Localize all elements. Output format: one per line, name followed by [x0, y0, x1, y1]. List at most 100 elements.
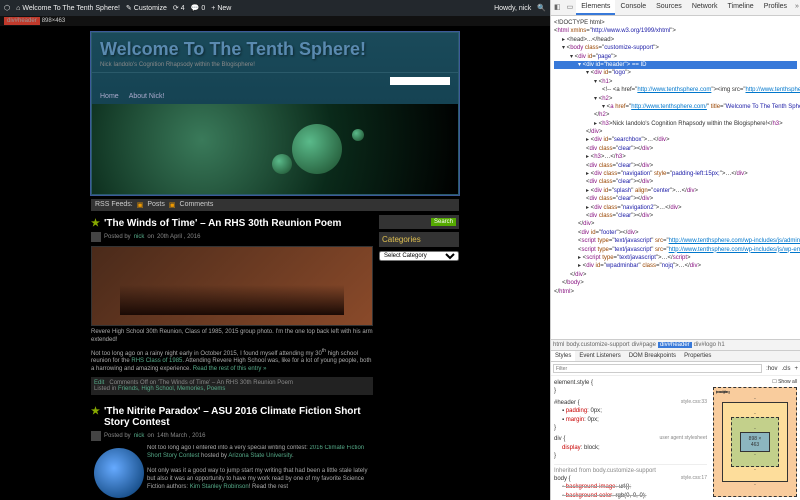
- howdy-user[interactable]: Howdy, nick: [494, 5, 531, 12]
- post-meta: Posted by nick on 20th April , 2016: [91, 232, 373, 242]
- css-rules[interactable]: element.style {} style.css:33#header { ▪…: [551, 376, 710, 500]
- dom-node[interactable]: <div class="clear"></div>: [554, 162, 797, 170]
- browser-pane: ⬡ ⌂ Welcome To The Tenth Sphere! ✎ Custo…: [0, 0, 550, 500]
- dom-node[interactable]: <script type="text/javascript" src="http…: [554, 246, 797, 254]
- tab-timeline[interactable]: Timeline: [723, 0, 759, 15]
- post-title[interactable]: ★'The Winds of Time' – An RHS 30th Reuni…: [91, 215, 373, 232]
- crumb[interactable]: html: [553, 342, 564, 348]
- dom-node[interactable]: </body>: [554, 279, 797, 287]
- dom-node[interactable]: ▾ <div id="page">: [554, 53, 797, 61]
- tab-sources[interactable]: Sources: [651, 0, 687, 15]
- dom-node[interactable]: ▾ <h2>: [554, 95, 797, 103]
- dom-node[interactable]: ▾ <body class="customize-support">: [554, 44, 797, 52]
- category-select[interactable]: Select Category: [379, 251, 459, 261]
- dom-node[interactable]: ▾ <a href="http://www.tenthsphere.com/" …: [554, 103, 797, 111]
- crumb[interactable]: div#logo: [694, 342, 716, 348]
- crumb[interactable]: div#page: [632, 342, 656, 348]
- post-image[interactable]: [94, 448, 144, 498]
- post-footer: Edit Comments Off on 'The Winds of Time'…: [91, 377, 373, 395]
- rss-comments[interactable]: Comments: [180, 201, 214, 209]
- avatar: [91, 431, 101, 441]
- crumb[interactable]: h1: [718, 342, 725, 348]
- dom-tree[interactable]: <!DOCTYPE html> <html xmlns="http://www.…: [551, 16, 800, 339]
- tab-network[interactable]: Network: [687, 0, 723, 15]
- search-input[interactable]: [390, 77, 450, 85]
- dom-node[interactable]: ▸ <div id="wpadminbar" class="nojq">…</d…: [554, 262, 797, 270]
- nav-about[interactable]: About Nick!: [129, 93, 165, 100]
- dom-node[interactable]: ▸ <div class="navigation" style="padding…: [554, 170, 797, 178]
- dom-node[interactable]: <div class="clear"></div>: [554, 145, 797, 153]
- hov-toggle[interactable]: :hov: [766, 366, 777, 372]
- splash-image: [92, 104, 458, 194]
- dom-node[interactable]: <!DOCTYPE html>: [554, 19, 797, 27]
- dom-node[interactable]: <html xmlns="http://www.w3.org/1999/xhtm…: [554, 27, 797, 35]
- dom-node[interactable]: <!-- <a href="http://www.tenthsphere.com…: [554, 86, 797, 94]
- dom-node[interactable]: ▸ <div id="searchbox">…</div>: [554, 136, 797, 144]
- search-icon[interactable]: 🔍: [537, 4, 546, 12]
- crumb[interactable]: body.customize-support: [566, 342, 629, 348]
- dom-node[interactable]: <div class="clear"></div>: [554, 212, 797, 220]
- tag-link[interactable]: Friends, High School, Memories, Poems: [118, 386, 225, 392]
- inline-link[interactable]: Arizona State University: [228, 453, 292, 459]
- styles-filter-input[interactable]: [553, 364, 762, 373]
- dom-node[interactable]: ▸ <div id="splash" align="center">…</div…: [554, 187, 797, 195]
- tab-listeners[interactable]: Event Listeners: [575, 351, 624, 361]
- dom-node[interactable]: ▸ <head>...</head>: [554, 36, 797, 44]
- styles-tabs: Styles Event Listeners DOM Breakpoints P…: [551, 351, 800, 362]
- dom-breadcrumb[interactable]: html body.customize-support div#page div…: [551, 339, 800, 350]
- dom-node[interactable]: ▸ <script type="text/javascript">…</scri…: [554, 254, 797, 262]
- cls-toggle[interactable]: .cls: [781, 366, 790, 372]
- comments-icon[interactable]: 💬 0: [191, 4, 206, 12]
- show-all-checkbox[interactable]: ☐ Show all: [772, 379, 797, 385]
- dom-node[interactable]: </h2>: [554, 111, 797, 119]
- search-button[interactable]: Search: [431, 218, 456, 226]
- box-model: ☐ Show all margin- border- padding- 898 …: [710, 376, 800, 500]
- dom-node[interactable]: ▸ <h3>Nick Iandolo's Cognition Rhapsody …: [554, 120, 797, 128]
- dom-node[interactable]: <div class="clear"></div>: [554, 178, 797, 186]
- post-meta: Posted by nick on 14th March , 2016: [91, 431, 373, 441]
- post-title[interactable]: ★'The Nitrite Paradox' – ASU 2016 Climat…: [91, 403, 373, 431]
- wp-logo-icon[interactable]: ⬡: [4, 4, 10, 12]
- site-header: Welcome To The Tenth Sphere! Nick Iandol…: [91, 32, 459, 195]
- inline-link[interactable]: Kim Stanley Robinson: [190, 484, 249, 490]
- inspect-icon[interactable]: ◧: [551, 0, 564, 15]
- customize-link[interactable]: ✎ Customize: [126, 4, 167, 12]
- dom-node[interactable]: ▸ <div class="navigation2">…</div>: [554, 204, 797, 212]
- tab-dom-breakpoints[interactable]: DOM Breakpoints: [625, 351, 680, 361]
- dom-node[interactable]: ▾ <h1>: [554, 78, 797, 86]
- inline-link[interactable]: RHS Class of 1985: [131, 358, 182, 364]
- crumb-selected[interactable]: div#header: [658, 342, 692, 348]
- element-dimensions: 898×463: [42, 18, 66, 24]
- post-image[interactable]: [91, 246, 373, 326]
- wp-admin-bar: ⬡ ⌂ Welcome To The Tenth Sphere! ✎ Custo…: [0, 0, 550, 16]
- dom-node[interactable]: ▸ <h3>…</h3>: [554, 153, 797, 161]
- element-highlight-label: div#header: [4, 17, 40, 25]
- more-icon[interactable]: »: [792, 0, 800, 15]
- tab-profiles[interactable]: Profiles: [759, 0, 792, 15]
- read-more-link[interactable]: Read the rest of this entry »: [193, 366, 267, 372]
- tab-elements[interactable]: Elements: [576, 0, 615, 15]
- new-link[interactable]: + New: [211, 5, 231, 12]
- dom-node[interactable]: <div id="footer"></div>: [554, 229, 797, 237]
- dom-node[interactable]: </div>: [554, 271, 797, 279]
- dom-node[interactable]: ▾ <div id="logo">: [554, 69, 797, 77]
- dom-node[interactable]: <div class="clear"></div>: [554, 195, 797, 203]
- site-name-link[interactable]: ⌂ Welcome To The Tenth Sphere!: [16, 5, 120, 12]
- tab-properties[interactable]: Properties: [680, 351, 715, 361]
- dom-node[interactable]: </div>: [554, 128, 797, 136]
- dom-node[interactable]: </html>: [554, 288, 797, 296]
- add-rule-button[interactable]: +: [794, 366, 798, 372]
- updates-icon[interactable]: ⟳ 4: [173, 4, 185, 12]
- rss-posts[interactable]: Posts: [147, 201, 165, 209]
- site-title[interactable]: Welcome To The Tenth Sphere!: [92, 33, 458, 62]
- device-icon[interactable]: ▭: [564, 0, 577, 15]
- sidebar-search: Search: [379, 215, 459, 229]
- nav-home[interactable]: Home: [100, 93, 119, 100]
- main-nav: Home About Nick!: [92, 89, 458, 104]
- tab-styles[interactable]: Styles: [551, 351, 575, 361]
- dom-node-selected[interactable]: ▾ <div id="header"> == ID: [554, 61, 797, 69]
- avatar: [91, 232, 101, 242]
- dom-node[interactable]: </div>: [554, 220, 797, 228]
- dom-node[interactable]: <script type="text/javascript" src="http…: [554, 237, 797, 245]
- tab-console[interactable]: Console: [615, 0, 651, 15]
